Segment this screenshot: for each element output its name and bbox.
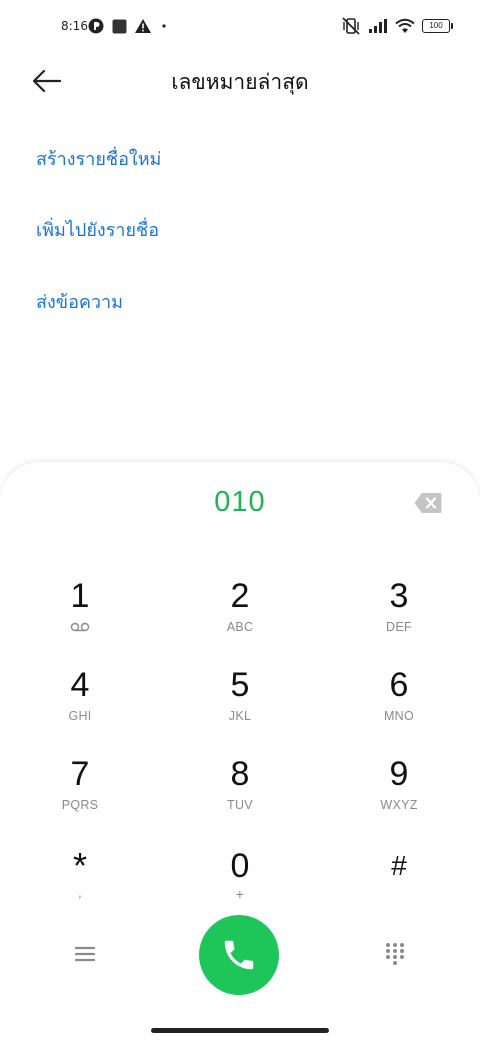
wifi-icon	[395, 18, 415, 33]
dialpad-panel: 010 1 2 ABC 3 DEF 4 GHI 5 JKL 6 MNO 7 PQ…	[0, 462, 480, 1040]
key-letters: DEF	[386, 620, 412, 634]
key-letters: +	[235, 886, 245, 902]
key-digit: 4	[70, 666, 90, 704]
key-8[interactable]: 8 TUV	[175, 754, 305, 834]
key-7[interactable]: 7 PQRS	[15, 754, 145, 834]
add-to-contact-link[interactable]: เพิ่มไปยังรายชื่อ	[36, 215, 159, 244]
key-hash[interactable]: #	[334, 846, 464, 926]
key-9[interactable]: 9 WXYZ	[334, 754, 464, 834]
key-4[interactable]: 4 GHI	[15, 665, 145, 745]
status-bar: 8:16 100	[0, 0, 480, 54]
status-system-icons: 100	[341, 17, 453, 35]
warning-icon	[135, 19, 151, 33]
key-letters: TUV	[227, 798, 253, 812]
menu-icon[interactable]	[70, 942, 100, 966]
key-letters: ABC	[226, 620, 254, 634]
page-title: เลขหมายล่าสุด	[171, 70, 309, 94]
key-digit: 0	[230, 847, 250, 885]
key-letters: MNO	[383, 709, 415, 723]
key-digit: 7	[70, 755, 90, 793]
key-digit: 8	[230, 755, 250, 793]
key-6[interactable]: 6 MNO	[334, 665, 464, 745]
status-notification-icons	[88, 18, 169, 34]
more-dot-icon	[162, 24, 166, 28]
battery-level: 100	[429, 21, 443, 30]
key-letters: GHI	[68, 709, 92, 723]
key-digit: 3	[389, 577, 409, 615]
home-indicator[interactable]	[151, 1028, 329, 1033]
create-new-contact-link[interactable]: สร้างรายชื่อใหม่	[36, 144, 161, 173]
key-digit: *	[72, 845, 87, 886]
phone-icon	[224, 940, 254, 970]
call-button[interactable]	[199, 915, 279, 995]
key-digit: 6	[389, 666, 409, 704]
key-1[interactable]: 1	[15, 576, 145, 656]
app-header: เลขหมายล่าสุด	[0, 56, 480, 104]
dialed-number[interactable]: 010	[0, 486, 480, 519]
key-digit: 9	[389, 755, 409, 793]
battery-icon: 100	[422, 19, 453, 33]
vibrate-off-icon	[342, 17, 360, 35]
key-2[interactable]: 2 ABC	[175, 576, 305, 656]
key-3[interactable]: 3 DEF	[334, 576, 464, 656]
voicemail-icon	[70, 622, 90, 632]
key-digit: 1	[70, 577, 90, 615]
backspace-icon[interactable]	[414, 492, 442, 514]
key-0[interactable]: 0 +	[175, 846, 305, 926]
key-digit: #	[391, 850, 407, 881]
key-letters: JKL	[228, 709, 252, 723]
status-time: 8:16	[61, 19, 88, 33]
key-5[interactable]: 5 JKL	[175, 665, 305, 745]
signal-icon	[369, 19, 387, 33]
key-digit: 5	[230, 666, 250, 704]
key-star[interactable]: * ,	[15, 846, 145, 926]
dialpad-icon[interactable]	[384, 942, 406, 966]
key-letters: WXYZ	[380, 798, 418, 812]
key-letters: PQRS	[61, 798, 99, 812]
key-letters: ,	[78, 886, 82, 900]
send-message-link[interactable]: ส่งข้อความ	[36, 287, 123, 316]
app-notification-icon	[88, 18, 104, 34]
square-notification-icon	[112, 19, 127, 33]
key-digit: 2	[230, 577, 250, 615]
